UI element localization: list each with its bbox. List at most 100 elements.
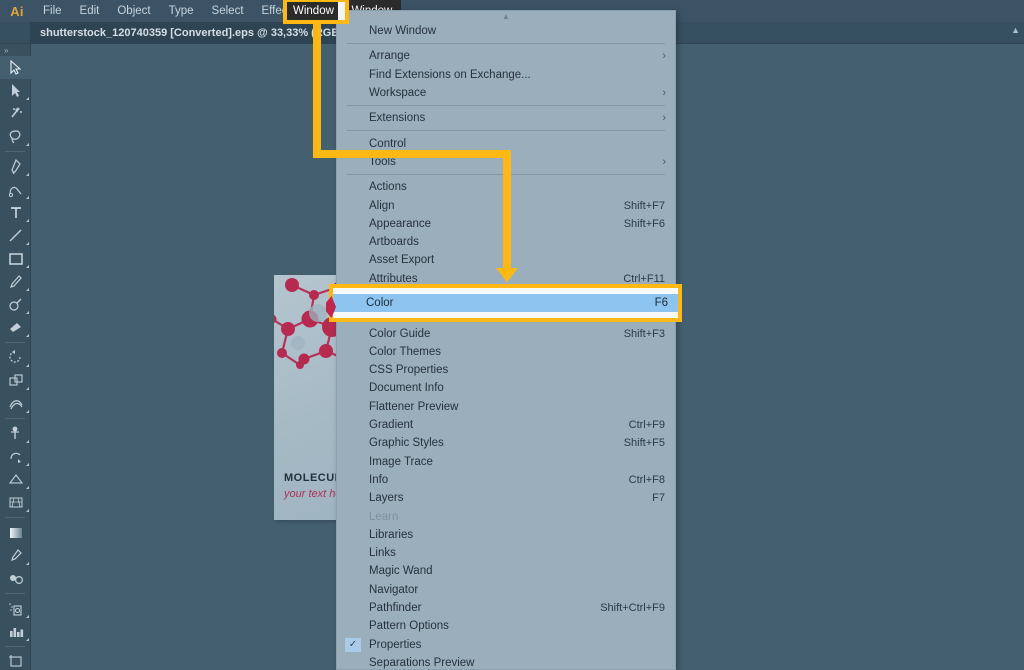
tool-group-indicator	[26, 97, 29, 100]
menu-item-extensions[interactable]: Extensions ›	[337, 109, 675, 127]
menu-select[interactable]: Select	[203, 0, 253, 22]
menu-item-shortcut: Shift+F6	[623, 217, 665, 230]
menu-item-shortcut: Shift+Ctrl+F9	[600, 602, 665, 615]
width-tool[interactable]	[0, 392, 31, 415]
tool-divider	[5, 151, 25, 152]
menu-item-flattener-preview[interactable]: Flattener Preview	[337, 398, 675, 416]
menu-item-label: Flattener Preview	[369, 400, 459, 413]
type-tool[interactable]	[0, 201, 31, 224]
menu-item-separations-preview[interactable]: Separations Preview	[337, 654, 675, 669]
tools-panel: »	[0, 44, 31, 670]
chevron-right-icon: ›	[662, 155, 666, 168]
menu-item-libraries[interactable]: Libraries	[337, 526, 675, 544]
menu-item-label: Appearance	[369, 217, 432, 230]
menu-item-gradient[interactable]: Gradient Ctrl+F9	[337, 416, 675, 434]
callout-color-item[interactable]: Color F6	[329, 284, 682, 322]
menu-item-css-properties[interactable]: CSS Properties	[337, 361, 675, 379]
chevron-right-icon: ›	[662, 50, 666, 63]
perspective-grid-tool[interactable]	[0, 491, 31, 514]
menu-item-label: Libraries	[369, 528, 414, 541]
menu-item-image-trace[interactable]: Image Trace	[337, 453, 675, 471]
callout-color-accel: F6	[654, 297, 668, 309]
illustrator-window: Ai File Edit Object Type Select Effect V…	[0, 0, 1024, 670]
shape-builder-tool[interactable]	[0, 468, 31, 491]
callout-connector-segment	[313, 150, 511, 158]
menu-file[interactable]: File	[34, 0, 71, 22]
menu-item-info[interactable]: Info Ctrl+F8	[337, 471, 675, 489]
puppet-warp-tool[interactable]	[0, 422, 31, 445]
column-graph-tool[interactable]	[0, 620, 31, 643]
menu-item-label: Info	[369, 473, 389, 486]
menu-item-label: Learn	[369, 510, 399, 523]
lasso-tool[interactable]	[0, 125, 31, 148]
magic-wand-tool[interactable]	[0, 102, 31, 125]
artboard-tool[interactable]	[0, 650, 31, 670]
menu-item-shortcut: Ctrl+F11	[623, 272, 665, 285]
menu-item-find-extensions-on-exchange[interactable]: Find Extensions on Exchange...	[337, 66, 675, 84]
panel-collapse-handle[interactable]: »	[0, 44, 30, 56]
window-dropdown-menu[interactable]: ▲ New Window Arrange › Find Extensions on E…	[336, 10, 676, 670]
illustrator-logo: Ai	[10, 3, 24, 19]
tool-group-indicator	[26, 311, 29, 314]
menu-item-label: Pathfinder	[369, 602, 422, 615]
shaper-tool[interactable]	[0, 293, 31, 316]
pen-tool[interactable]	[0, 155, 31, 178]
direct-selection-tool[interactable]	[0, 79, 31, 102]
menu-item-label: Align	[369, 199, 395, 212]
callout-arrow-icon	[496, 268, 518, 282]
menu-item-label: Actions	[369, 181, 407, 194]
gradient-tool[interactable]	[0, 521, 31, 544]
menu-item-label: Artboards	[369, 236, 419, 249]
callout-color-row[interactable]: Color F6	[333, 294, 678, 312]
menu-item-arrange[interactable]: Arrange ›	[337, 47, 675, 65]
blend-tool[interactable]	[0, 567, 31, 590]
menu-item-navigator[interactable]: Navigator	[337, 581, 675, 599]
tool-group-indicator	[26, 364, 29, 367]
menu-item-properties[interactable]: ✓ Properties	[337, 636, 675, 654]
menu-item-pattern-options[interactable]: Pattern Options	[337, 617, 675, 635]
menu-item-label: New Window	[369, 25, 437, 38]
tool-group-indicator	[26, 440, 29, 443]
tool-divider	[5, 418, 25, 419]
menu-item-document-info[interactable]: Document Info	[337, 379, 675, 397]
menu-separator	[347, 43, 665, 45]
menu-item-label: Extensions	[369, 112, 426, 125]
menu-item-color-themes[interactable]: Color Themes	[337, 343, 675, 361]
eraser-tool[interactable]	[0, 316, 31, 339]
rotate-tool[interactable]	[0, 346, 31, 369]
menu-item-label: Magic Wand	[369, 565, 433, 578]
menu-item-color-guide[interactable]: Color Guide Shift+F3	[337, 324, 675, 342]
menu-separator	[347, 130, 665, 132]
tool-group-indicator	[26, 509, 29, 512]
menu-item-workspace[interactable]: Workspace ›	[337, 84, 675, 102]
callout-window-menu[interactable]: Window	[283, 0, 349, 24]
selection-tool[interactable]	[0, 56, 31, 79]
menu-item-label: Color Guide	[369, 327, 431, 340]
menu-item-shortcut: Shift+F5	[623, 437, 665, 450]
menu-type[interactable]: Type	[160, 0, 203, 22]
tool-group-indicator	[26, 410, 29, 413]
menu-item-graphic-styles[interactable]: Graphic Styles Shift+F5	[337, 434, 675, 452]
rectangle-tool[interactable]	[0, 247, 31, 270]
menu-item-magic-wand[interactable]: Magic Wand	[337, 562, 675, 580]
curvature-tool[interactable]	[0, 178, 31, 201]
tab-scroll-arrow-icon[interactable]: ▲	[1011, 25, 1020, 35]
free-transform-tool[interactable]	[0, 445, 31, 468]
menu-item-pathfinder[interactable]: Pathfinder Shift+Ctrl+F9	[337, 599, 675, 617]
menu-item-label: Gradient	[369, 419, 414, 432]
symbol-sprayer-tool[interactable]	[0, 597, 31, 620]
eyedropper-tool[interactable]	[0, 544, 31, 567]
menu-object[interactable]: Object	[108, 0, 159, 22]
menu-item-shortcut: Shift+F7	[623, 199, 665, 212]
menu-item-links[interactable]: Links	[337, 544, 675, 562]
menu-item-new-window[interactable]: New Window	[337, 22, 675, 40]
menu-edit[interactable]: Edit	[71, 0, 109, 22]
tool-group-indicator	[26, 562, 29, 565]
menu-item-layers[interactable]: Layers F7	[337, 489, 675, 507]
menu-item-label: Asset Export	[369, 254, 435, 267]
menu-scroll-up-icon[interactable]: ▲	[337, 11, 675, 22]
paintbrush-tool[interactable]	[0, 270, 31, 293]
menu-item-shortcut: Ctrl+F8	[628, 473, 665, 486]
line-segment-tool[interactable]	[0, 224, 31, 247]
scale-tool[interactable]	[0, 369, 31, 392]
